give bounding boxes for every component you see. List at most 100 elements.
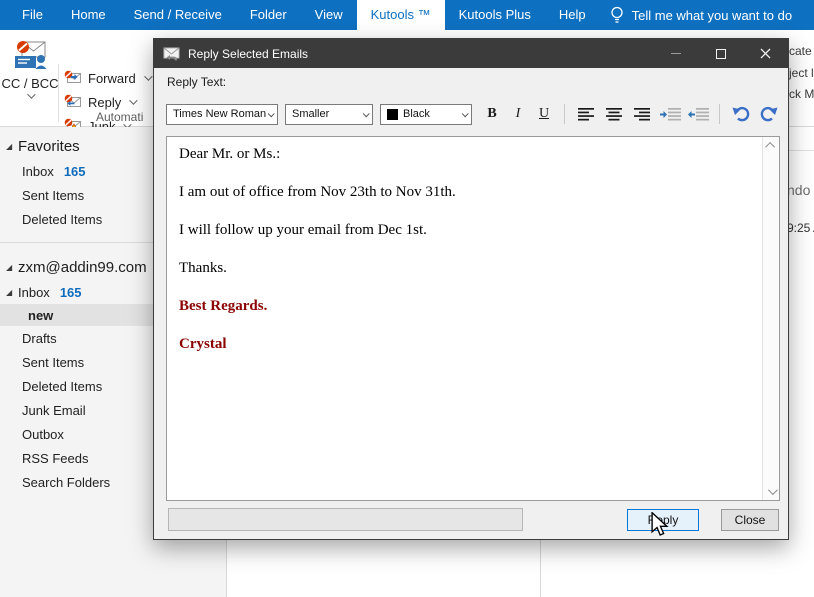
collapse-triangle-icon[interactable]: ◢ — [6, 288, 18, 297]
align-left-button[interactable] — [573, 103, 599, 125]
forward-dropdown-icon[interactable] — [144, 72, 152, 80]
ribbon-separator — [58, 64, 59, 122]
folder-label: Sent Items — [22, 188, 84, 203]
folder-label: Search Folders — [22, 475, 110, 490]
mouse-cursor — [650, 512, 672, 538]
account-header-label: zxm@addin99.com — [18, 259, 147, 276]
decrease-indent-button[interactable] — [685, 103, 711, 125]
dialog-title: Reply Selected Emails — [188, 47, 653, 61]
reply-text-line: Thanks. — [179, 260, 754, 277]
forward-button[interactable]: Forward — [64, 66, 150, 90]
format-toolbar: Times New Roman Smaller Black B I U — [166, 101, 783, 127]
folder-label: Deleted Items — [22, 379, 102, 394]
increase-indent-icon — [660, 108, 681, 121]
favorites-header-label: Favorites — [18, 138, 80, 155]
reply-text-content[interactable]: Dear Mr. or Ms.: I am out of office from… — [167, 137, 762, 500]
reply-icon — [64, 94, 83, 110]
collapse-triangle-icon[interactable]: ◢ — [6, 263, 18, 272]
align-center-icon — [606, 108, 623, 121]
folder-label: new — [28, 308, 53, 323]
font-family-select[interactable]: Times New Roman — [166, 104, 278, 125]
undo-button[interactable] — [728, 103, 754, 125]
chevron-up-icon — [765, 142, 775, 152]
lightbulb-icon — [610, 6, 624, 24]
occluded-ribbon-text-fragment: cate — [789, 44, 812, 58]
occluded-timestamp-fragment: 9:25 A — [787, 221, 814, 235]
outlook-window: { "topbar": { "tabs": [ { "label": "File… — [0, 0, 814, 597]
tell-me-box[interactable]: Tell me what you want to do — [610, 0, 792, 30]
tab-send-receive[interactable]: Send / Receive — [120, 0, 236, 30]
align-center-button[interactable] — [601, 103, 627, 125]
increase-indent-button[interactable] — [657, 103, 683, 125]
close-icon — [760, 48, 771, 59]
tab-file[interactable]: File — [8, 0, 57, 30]
align-right-icon — [634, 108, 651, 121]
maximize-icon — [716, 49, 726, 59]
italic-button[interactable]: I — [507, 103, 529, 125]
ribbon-group-label: Automati — [96, 110, 143, 124]
folder-label: Inbox — [22, 164, 54, 179]
cc-bcc-button[interactable]: CC / BCC — [4, 36, 56, 122]
scroll-down-button[interactable] — [763, 483, 780, 500]
align-left-icon — [578, 108, 595, 121]
font-family-value: Times New Roman — [173, 108, 266, 120]
occluded-list-text-fragment: ndo — [787, 182, 810, 198]
reply-text-line: I will follow up your email from Dec 1st… — [179, 222, 754, 239]
tab-view[interactable]: View — [301, 0, 357, 30]
minimize-icon — [671, 53, 681, 54]
font-size-value: Smaller — [292, 108, 329, 120]
redo-button[interactable] — [756, 103, 782, 125]
font-color-select[interactable]: Black — [380, 104, 472, 125]
dialog-footer: Reply Close — [154, 499, 788, 539]
reply-text-signature-line: Crystal — [179, 336, 754, 353]
maximize-button[interactable] — [698, 39, 743, 68]
dialog-titlebar[interactable]: Reply Selected Emails — [154, 39, 788, 68]
chevron-down-icon — [268, 110, 275, 117]
ribbon-tab-bar: File Home Send / Receive Folder View Kut… — [0, 0, 814, 30]
occluded-ribbon-text-fragment: ject l — [789, 66, 814, 80]
reply-selected-emails-dialog: Reply Selected Emails Reply Text: Times … — [153, 38, 789, 540]
occluded-divider — [786, 150, 814, 151]
tab-help[interactable]: Help — [545, 0, 600, 30]
vertical-scrollbar[interactable] — [762, 137, 779, 500]
decrease-indent-icon — [688, 108, 709, 121]
reply-text-signature-line: Best Regards. — [179, 298, 754, 315]
folder-label: RSS Feeds — [22, 451, 88, 466]
reply-text-line: Dear Mr. or Ms.: — [179, 146, 754, 163]
underline-button[interactable]: U — [533, 103, 555, 125]
tab-kutools[interactable]: Kutools ™ — [357, 0, 445, 30]
scroll-up-button[interactable] — [763, 137, 780, 154]
reply-dropdown-icon[interactable] — [129, 96, 137, 104]
chevron-down-icon — [363, 110, 370, 117]
align-right-button[interactable] — [629, 103, 655, 125]
tab-folder[interactable]: Folder — [236, 0, 301, 30]
close-button[interactable]: Close — [721, 509, 779, 531]
folder-label: Sent Items — [22, 355, 84, 370]
tell-me-label: Tell me what you want to do — [632, 8, 792, 23]
redo-icon — [760, 106, 778, 122]
tab-kutools-plus[interactable]: Kutools Plus — [445, 0, 545, 30]
unread-count-badge: 165 — [60, 285, 82, 300]
progress-bar — [168, 508, 523, 531]
folder-label: Junk Email — [22, 403, 86, 418]
folder-label: Inbox — [18, 285, 50, 300]
close-window-button[interactable] — [743, 39, 788, 68]
chevron-down-icon — [768, 485, 778, 495]
reply-text-editor[interactable]: Dear Mr. or Ms.: I am out of office from… — [166, 136, 780, 501]
minimize-button[interactable] — [653, 39, 698, 68]
reply-text-label: Reply Text: — [167, 75, 226, 89]
occluded-ribbon-text-fragment: ck M — [789, 87, 814, 101]
toolbar-separator — [564, 104, 565, 124]
folder-label: Drafts — [22, 331, 57, 346]
color-swatch — [387, 109, 398, 120]
forward-label: Forward — [88, 71, 136, 86]
cc-bcc-label: CC / BCC — [1, 76, 58, 91]
bold-button[interactable]: B — [481, 103, 503, 125]
collapse-triangle-icon[interactable]: ◢ — [6, 142, 18, 151]
folder-label: Deleted Items — [22, 212, 102, 227]
cc-bcc-dropdown-icon[interactable] — [27, 90, 35, 98]
tab-home[interactable]: Home — [57, 0, 120, 30]
forward-icon — [64, 70, 83, 86]
unread-count-badge: 165 — [64, 164, 86, 179]
font-size-select[interactable]: Smaller — [285, 104, 373, 125]
